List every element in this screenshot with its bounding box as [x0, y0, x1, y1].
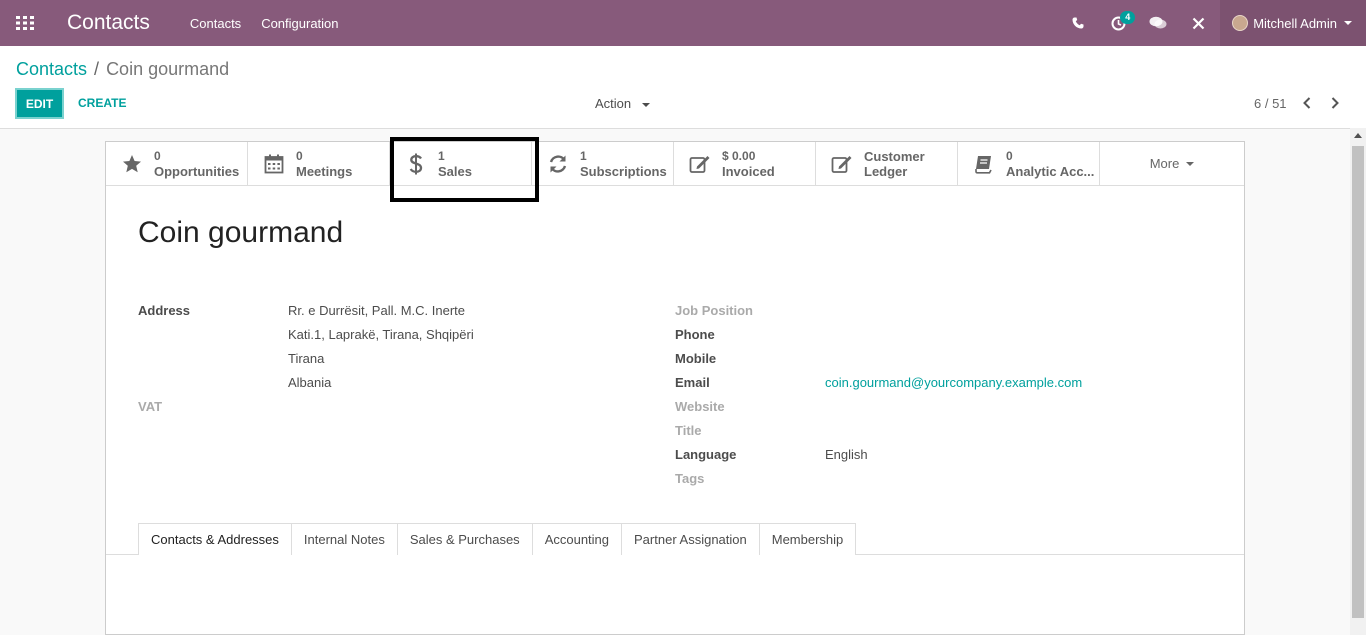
job-position-label: Job Position [675, 303, 753, 318]
scroll-up-icon[interactable] [1354, 133, 1362, 138]
stat-value: Customer [864, 149, 925, 164]
action-dropdown[interactable]: Action [595, 96, 650, 111]
create-button[interactable]: CREATE [78, 96, 126, 110]
address-line-country: Albania [288, 375, 332, 390]
stat-label: Sales [438, 164, 472, 179]
tags-label: Tags [675, 471, 705, 486]
mobile-label: Mobile [675, 351, 717, 366]
customer-ledger-button[interactable]: Customer Ledger [816, 142, 958, 186]
user-menu[interactable]: Mitchell Admin [1220, 0, 1366, 46]
stat-label: Analytic Acc... [1006, 164, 1095, 179]
smart-button-box: 0 Opportunities 0 Meetings 1 Sales 1 Sub… [106, 142, 1244, 186]
tab-internal-notes[interactable]: Internal Notes [290, 523, 398, 555]
breadcrumb-parent[interactable]: Contacts [16, 59, 87, 80]
stat-label: Meetings [296, 164, 353, 179]
opportunities-button[interactable]: 0 Opportunities [106, 142, 248, 186]
more-dropdown[interactable]: More [1100, 142, 1244, 185]
avatar [1232, 15, 1249, 31]
stat-label: Ledger [864, 164, 908, 179]
calendar-icon [262, 152, 286, 176]
chevron-down-icon [641, 102, 650, 107]
top-navbar: Contacts Contacts Configuration 4 Mitche… [0, 0, 1366, 46]
pager-next-icon[interactable] [1327, 93, 1343, 113]
stat-value: 1 [580, 149, 587, 163]
analytic-accounts-button[interactable]: 0 Analytic Acc... [958, 142, 1100, 186]
title-label: Title [675, 423, 702, 438]
phone-icon[interactable] [1058, 0, 1098, 46]
email-label: Email [675, 375, 710, 390]
address-line-city: Tirana [288, 351, 325, 366]
tab-contacts-addresses[interactable]: Contacts & Addresses [138, 523, 292, 555]
tab-membership[interactable]: Membership [758, 523, 857, 555]
book-icon [972, 152, 996, 176]
action-label: Action [595, 96, 632, 111]
tab-sales-purchases[interactable]: Sales & Purchases [396, 523, 533, 555]
tab-accounting[interactable]: Accounting [531, 523, 623, 555]
apps-grid-icon[interactable] [0, 0, 50, 46]
user-name: Mitchell Admin [1253, 15, 1337, 31]
menu-configuration[interactable]: Configuration [261, 16, 338, 31]
refresh-icon [546, 152, 570, 176]
pager-previous-icon[interactable] [1299, 93, 1315, 113]
vertical-scrollbar[interactable] [1350, 128, 1366, 635]
phone-label: Phone [675, 327, 715, 342]
breadcrumb: Contacts / Coin gourmand [16, 59, 229, 80]
activity-clock-icon[interactable]: 4 [1098, 0, 1138, 46]
sales-button[interactable]: 1 Sales [390, 142, 532, 186]
chevron-down-icon [1186, 161, 1195, 166]
stat-label: Subscriptions [580, 164, 667, 179]
address-line-street: Rr. e Durrësit, Pall. M.C. Inerte [288, 303, 465, 318]
language-value: English [825, 447, 868, 462]
chevron-down-icon [1344, 21, 1352, 25]
activity-count-badge: 4 [1120, 11, 1136, 24]
app-title[interactable]: Contacts [67, 11, 150, 35]
stat-value: 0 [154, 149, 161, 163]
vat-label: VAT [138, 399, 163, 414]
more-label: More [1149, 156, 1180, 171]
notebook-tabs: Contacts & Addresses Internal Notes Sale… [138, 523, 857, 555]
chat-icon[interactable] [1138, 0, 1178, 46]
stat-label: Invoiced [722, 164, 775, 179]
pager-value: 6 / 51 [1254, 96, 1287, 111]
stat-value: 0 [296, 149, 303, 163]
pencil-square-icon [830, 152, 854, 176]
star-icon [120, 152, 144, 176]
menu-contacts[interactable]: Contacts [190, 16, 241, 31]
address-line-street2: Kati.1, Laprakë, Tirana, Shqipëri [288, 327, 474, 342]
meetings-button[interactable]: 0 Meetings [248, 142, 390, 186]
form-sheet: 0 Opportunities 0 Meetings 1 Sales 1 Sub… [105, 137, 1245, 635]
language-label: Language [675, 447, 737, 462]
stat-value: 1 [438, 149, 445, 163]
email-link[interactable]: coin.gourmand@yourcompany.example.com [825, 375, 1082, 390]
breadcrumb-separator: / [94, 59, 100, 79]
close-tools-icon[interactable] [1178, 0, 1218, 46]
address-label: Address [138, 303, 191, 318]
pencil-square-icon [688, 152, 712, 176]
record-title: Coin gourmand [138, 216, 344, 249]
subscriptions-button[interactable]: 1 Subscriptions [532, 142, 674, 186]
edit-button[interactable]: EDIT [15, 88, 64, 119]
stat-value: 0 [1006, 149, 1013, 163]
stat-value: $ 0.00 [722, 149, 756, 163]
invoiced-button[interactable]: $ 0.00 Invoiced [674, 142, 816, 186]
breadcrumb-current: Coin gourmand [106, 59, 230, 79]
scroll-thumb[interactable] [1352, 146, 1364, 618]
dollar-icon [404, 152, 428, 176]
stat-label: Opportunities [154, 164, 240, 179]
website-label: Website [675, 399, 725, 414]
tab-partner-assignation[interactable]: Partner Assignation [621, 523, 760, 555]
